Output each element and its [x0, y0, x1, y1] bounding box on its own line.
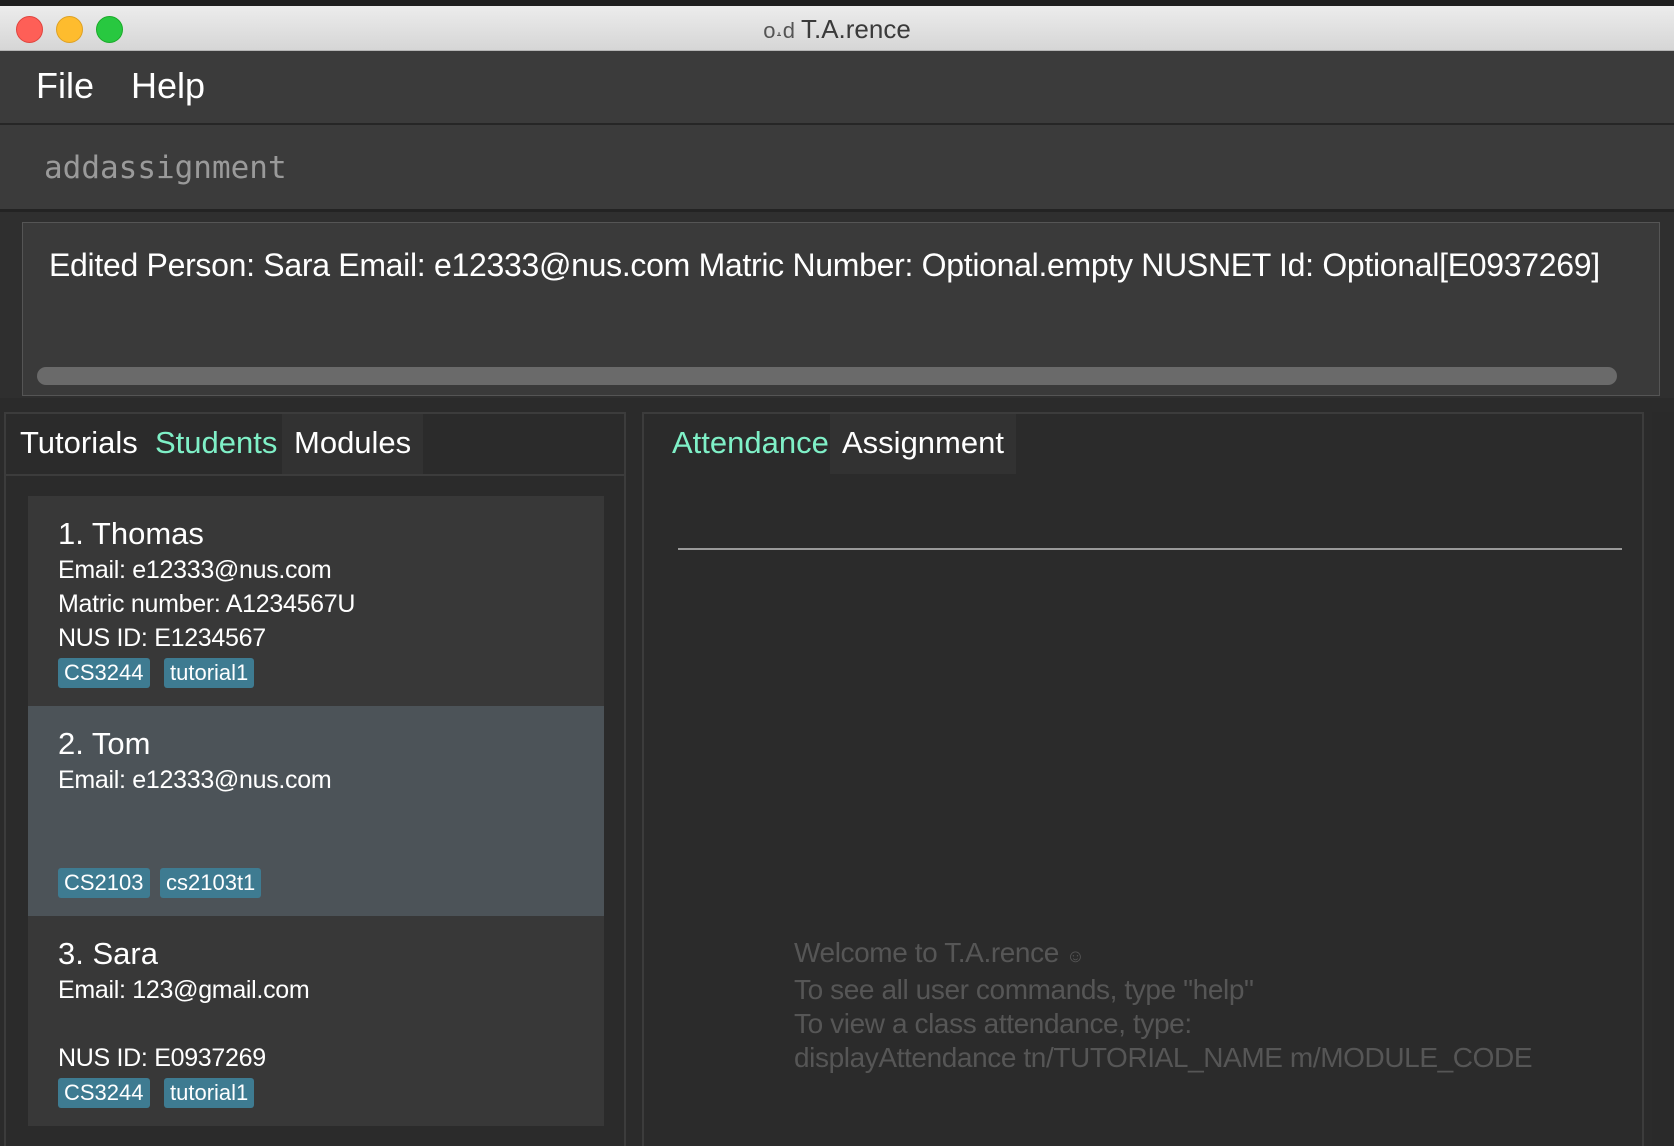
menu-bar: File Help — [0, 51, 1674, 125]
menu-file[interactable]: File — [36, 65, 94, 107]
table-divider — [678, 548, 1622, 550]
student-matric: Matric number: A1234567U — [58, 590, 356, 618]
tab-tutorials[interactable]: Tutorials — [8, 414, 150, 474]
student-list-panel: Tutorials Students Modules 1. Thomas Ema… — [4, 412, 626, 1146]
student-card[interactable]: 1. Thomas Email: e12333@nus.com Matric n… — [28, 496, 604, 706]
tag: cs2103t1 — [160, 868, 262, 898]
window-title-wrap: o˔d T.A.rence — [0, 14, 1674, 45]
tag: CS2103 — [58, 868, 150, 898]
student-email: Email: e12333@nus.com — [58, 556, 332, 584]
window-title: T.A.rence — [800, 14, 911, 44]
student-nusid: NUS ID: E1234567 — [58, 624, 266, 652]
student-card-selected[interactable]: 2. Tom Email: e12333@nus.com CS2103 cs21… — [28, 706, 604, 916]
result-text: Edited Person: Sara Email: e12333@nus.co… — [49, 247, 1600, 283]
tab-assignment[interactable]: Assignment — [830, 414, 1016, 474]
title-bar: o˔d T.A.rence — [0, 6, 1674, 51]
right-tab-bar: Attendance Assignment — [644, 414, 1642, 474]
result-display: Edited Person: Sara Email: e12333@nus.co… — [22, 222, 1660, 396]
tag: CS3244 — [58, 658, 150, 688]
attendance-panel: Attendance Assignment Welcome to T.A.ren… — [642, 412, 1644, 1146]
student-name: 3. Sara — [58, 936, 158, 971]
welcome-line-1: Welcome to T.A.rence — [794, 937, 1059, 968]
horizontal-scrollbar[interactable] — [37, 367, 1617, 385]
student-name: 2. Tom — [58, 726, 151, 761]
tag: tutorial1 — [164, 1078, 255, 1108]
window-edge — [1652, 412, 1674, 1146]
welcome-line-4: displayAttendance tn/TUTORIAL_NAME m/MOD… — [794, 1042, 1533, 1073]
welcome-line-3: To view a class attendance, type: — [794, 1008, 1192, 1039]
welcome-line-2: To see all user commands, type "help" — [794, 974, 1254, 1005]
glasses-icon: o˔d — [763, 18, 795, 43]
student-email: Email: e12333@nus.com — [58, 766, 332, 794]
menu-help[interactable]: Help — [131, 65, 205, 107]
tag: CS3244 — [58, 1078, 150, 1108]
tab-students[interactable]: Students — [143, 414, 289, 474]
welcome-message: Welcome to T.A.rence ☺ To see all user c… — [794, 936, 1533, 1075]
student-email: Email: 123@gmail.com — [58, 976, 310, 1004]
tag: tutorial1 — [164, 658, 255, 688]
left-tab-bar: Tutorials Students Modules — [6, 414, 624, 476]
student-card[interactable]: 3. Sara Email: 123@gmail.com NUS ID: E09… — [28, 916, 604, 1126]
tab-modules[interactable]: Modules — [282, 414, 424, 474]
tab-attendance[interactable]: Attendance — [660, 414, 841, 474]
command-input[interactable] — [42, 145, 1626, 191]
student-name: 1. Thomas — [58, 516, 204, 551]
result-display-area: Edited Person: Sara Email: e12333@nus.co… — [0, 212, 1674, 398]
smile-icon: ☺ — [1066, 946, 1085, 966]
command-box — [0, 125, 1674, 212]
app-window: o˔dT.A.rence File Help Edited Person: Sa… — [0, 6, 1674, 1146]
student-nusid: NUS ID: E0937269 — [58, 1044, 266, 1072]
student-list: 1. Thomas Email: e12333@nus.com Matric n… — [28, 496, 604, 1146]
